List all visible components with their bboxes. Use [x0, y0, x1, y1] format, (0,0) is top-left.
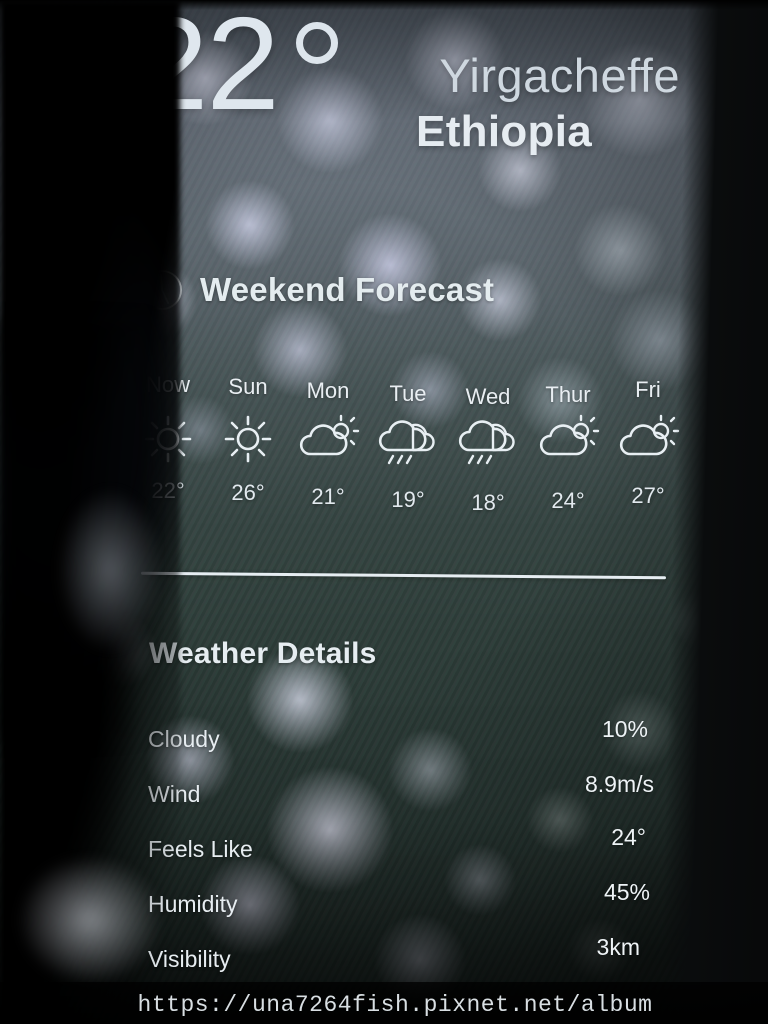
- sun-icon: [208, 410, 288, 468]
- sun-behind-cloud-icon: [288, 410, 368, 468]
- forecast-day-label: Wed: [465, 384, 511, 409]
- forecast-day-label: Sun: [228, 374, 268, 399]
- forecast-day[interactable]: Wed 18°: [448, 372, 528, 515]
- section-divider: [140, 571, 667, 580]
- city-name: Yirgacheffe: [439, 49, 680, 102]
- forecast-day-temp: 24°: [551, 488, 585, 513]
- detail-row: Cloudy 10%: [148, 712, 648, 763]
- country-name: Ethiopia: [416, 107, 592, 156]
- detail-row: Visibility 3km: [148, 916, 648, 972]
- forecast-day-label: Mon: [306, 378, 350, 403]
- detail-value: 24°: [611, 824, 646, 850]
- foreground-highlight-left: [40, 470, 170, 670]
- detail-row: Wind 8.9m/s: [148, 763, 654, 814]
- watermark-url: https://una7264fish.pixnet.net/album: [137, 992, 653, 1018]
- weekend-forecast-header: Weekend Forecast: [140, 268, 494, 312]
- detail-value: 45%: [603, 879, 650, 905]
- detail-row: Humidity 45%: [148, 865, 650, 917]
- degree-symbol-icon: [296, 22, 338, 64]
- detail-value: 8.9m/s: [584, 771, 654, 797]
- forecast-day[interactable]: Mon 21°: [288, 372, 368, 509]
- detail-row: Feels Like 24°: [148, 814, 648, 865]
- weekend-forecast-title: Weekend Forecast: [200, 271, 495, 308]
- forecast-days-row: Now 22° Sun: [128, 372, 688, 515]
- forecast-day-temp: 26°: [231, 480, 265, 505]
- forecast-day-temp: 21°: [311, 484, 345, 509]
- forecast-day[interactable]: Thur 24°: [528, 372, 608, 513]
- forecast-day-label: Thur: [545, 382, 591, 407]
- forecast-day-temp: 18°: [471, 490, 505, 515]
- detail-value: 3km: [596, 934, 640, 960]
- phone-screen-photo: 22 Yirgacheffe Ethiopia Weekend Forecast…: [0, 0, 768, 1024]
- forecast-day-label: Tue: [389, 381, 427, 406]
- weather-details-list: Cloudy 10% Wind 8.9m/s Feels Like 24° Hu…: [148, 712, 654, 972]
- phone-bezel-top: [0, 0, 768, 10]
- forecast-day[interactable]: Sun 26°: [208, 372, 288, 505]
- rain-cloud-icon: [368, 410, 448, 468]
- rain-cloud-icon: [448, 410, 528, 468]
- detail-value: 10%: [601, 716, 648, 742]
- forecast-day-temp: 19°: [391, 487, 425, 512]
- forecast-day[interactable]: Tue 19°: [368, 372, 448, 512]
- sun-behind-cloud-icon: [528, 410, 608, 468]
- weather-details-title: Weather Details: [149, 637, 377, 670]
